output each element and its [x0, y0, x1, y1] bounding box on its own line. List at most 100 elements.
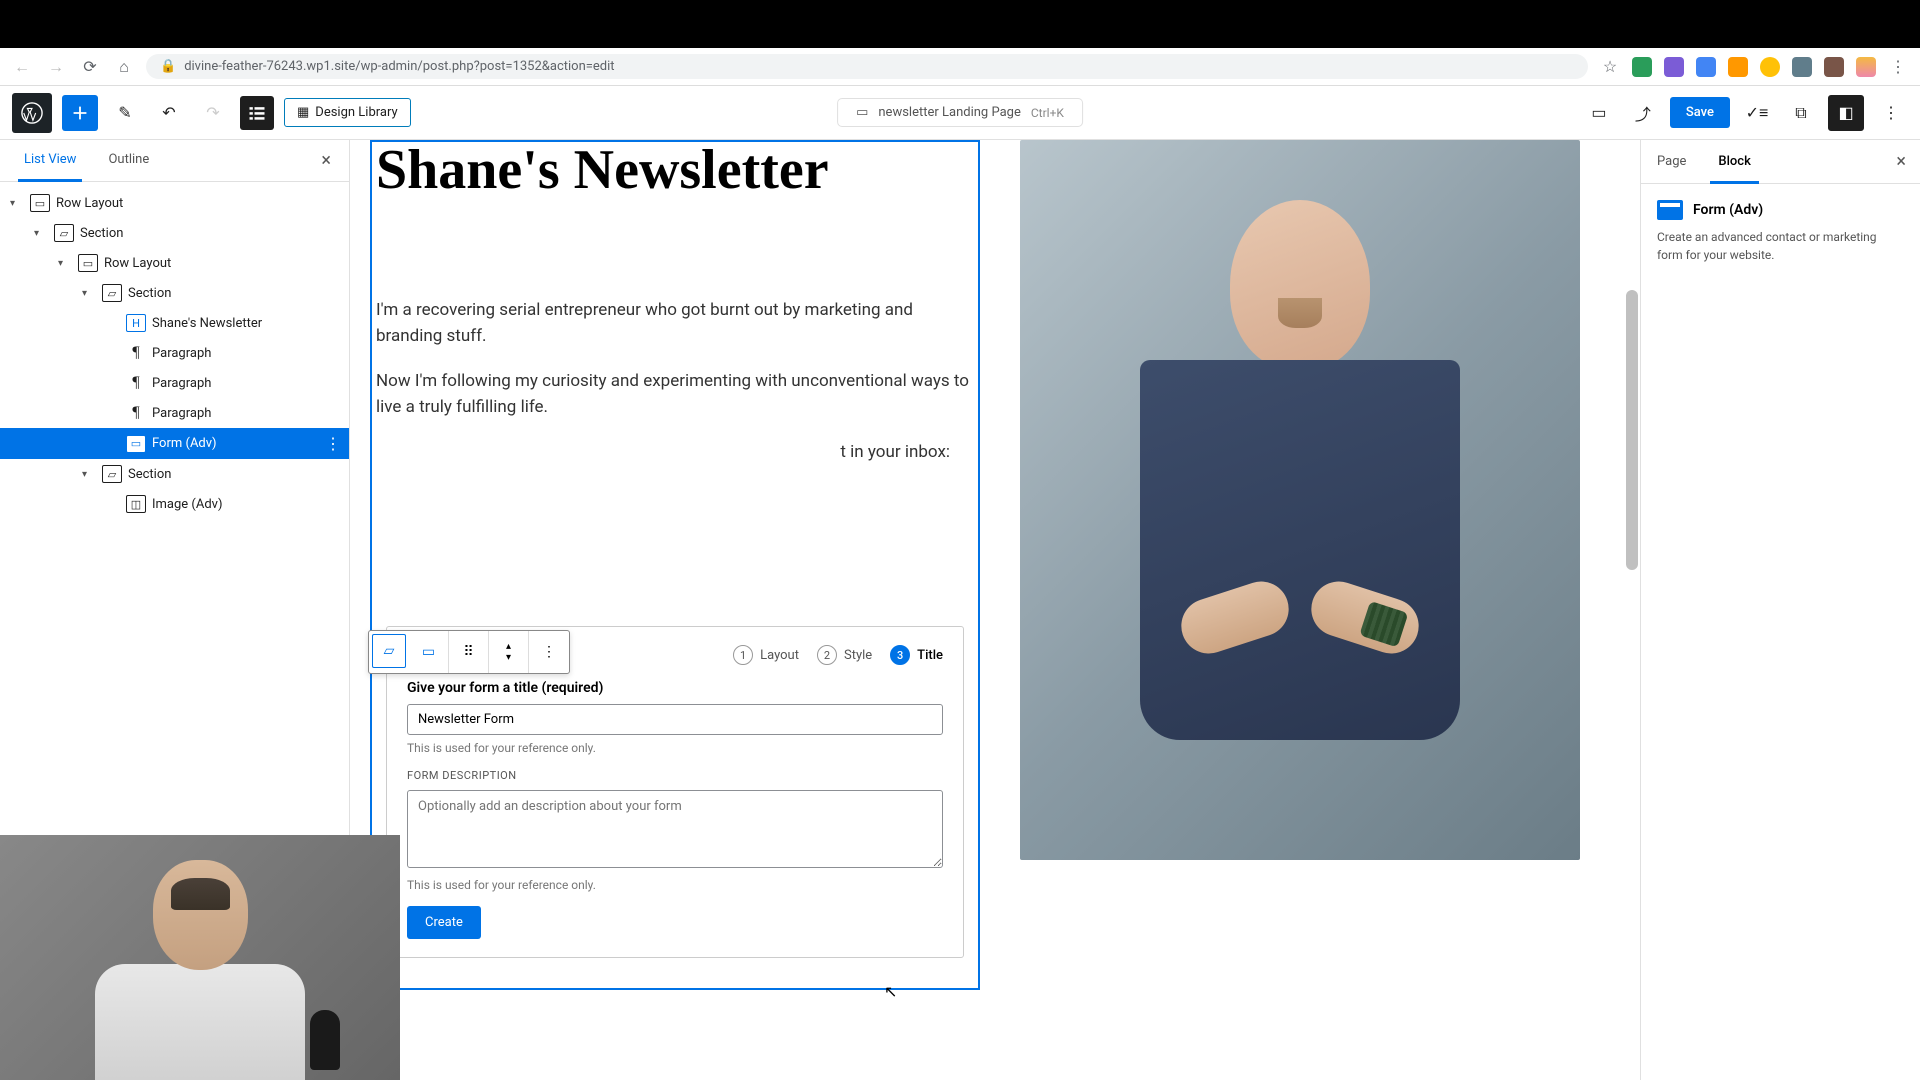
tree-row-layout[interactable]: ▾▭Row Layout — [0, 188, 349, 218]
hint-text: This is used for your reference only. — [407, 878, 943, 892]
wordpress-logo-icon[interactable] — [12, 93, 52, 133]
tree-heading[interactable]: HShane's Newsletter — [0, 308, 349, 338]
url-bar[interactable]: 🔒 divine-feather-76243.wp1.site/wp-admin… — [146, 54, 1588, 79]
reload-icon[interactable]: ⟳ — [78, 55, 102, 79]
redo-icon[interactable]: ↷ — [196, 96, 230, 130]
row-layout-icon: ▭ — [78, 254, 98, 272]
extension-icon[interactable] — [1792, 57, 1812, 77]
page-heading[interactable]: Shane's Newsletter — [372, 142, 978, 228]
form-title-input[interactable] — [407, 704, 943, 735]
hero-image[interactable] — [1020, 140, 1580, 860]
undo-icon[interactable]: ↶ — [152, 96, 186, 130]
form-title-label: Give your form a title (required) — [407, 680, 943, 696]
tab-block[interactable]: Block — [1702, 140, 1766, 183]
design-library-button[interactable]: ▦ Design Library — [284, 98, 411, 127]
page-icon: ▭ — [856, 105, 868, 120]
section-icon: ▱ — [54, 224, 74, 242]
extension-icons — [1632, 57, 1876, 77]
keyboard-shortcut: Ctrl+K — [1031, 106, 1064, 120]
section-icon: ▱ — [102, 465, 122, 483]
step-layout[interactable]: 1Layout — [733, 645, 799, 665]
tree-section[interactable]: ▾▱Section — [0, 218, 349, 248]
tree-section[interactable]: ▾▱Section — [0, 459, 349, 489]
step-title[interactable]: 3Title — [890, 645, 943, 665]
settings-sidebar-toggle-icon[interactable]: ◧ — [1828, 95, 1864, 131]
extension-icon[interactable] — [1824, 57, 1844, 77]
paragraph-icon: ¶ — [126, 344, 146, 362]
list-view-toggle-icon[interactable] — [240, 96, 274, 130]
editor-toolbar: ✎ ↶ ↷ ▦ Design Library ▭ newsletter Land… — [0, 86, 1920, 140]
preview-icon[interactable]: ⤴ — [1626, 96, 1660, 130]
browser-menu-icon[interactable]: ⋮ — [1886, 55, 1910, 79]
paragraph-block[interactable]: I'm a recovering serial entrepreneur who… — [372, 288, 978, 359]
more-icon[interactable]: ⋮ — [325, 434, 341, 453]
tree-paragraph[interactable]: ¶Paragraph — [0, 368, 349, 398]
tree-paragraph[interactable]: ¶Paragraph — [0, 338, 349, 368]
form-desc-label: FORM DESCRIPTION — [407, 769, 943, 782]
form-icon: ▭ — [126, 435, 146, 453]
home-icon[interactable]: ⌂ — [112, 55, 136, 79]
publish-checklist-icon[interactable]: ✓≡ — [1740, 96, 1774, 130]
tab-outline[interactable]: Outline — [92, 140, 165, 181]
forward-icon[interactable]: → — [44, 55, 68, 79]
block-options-icon[interactable]: ⋮ — [529, 631, 569, 673]
block-description: Create an advanced contact or marketing … — [1657, 228, 1904, 264]
extension-icon[interactable] — [1632, 57, 1652, 77]
add-block-button[interactable] — [62, 95, 98, 131]
heading-icon: H — [126, 314, 146, 332]
tree-form-adv[interactable]: ▭Form (Adv)⋮ — [0, 428, 349, 459]
browser-tab-strip — [0, 0, 1920, 48]
parent-block-icon[interactable]: ▱ — [372, 634, 406, 668]
webcam-overlay — [0, 835, 400, 1080]
section-icon: ▱ — [102, 284, 122, 302]
page-title: newsletter Landing Page — [878, 105, 1020, 120]
extension-icon[interactable] — [1760, 57, 1780, 77]
microphone-icon — [310, 1010, 340, 1070]
edit-mode-icon[interactable]: ✎ — [108, 96, 142, 130]
image-icon: ◫ — [126, 495, 146, 513]
paragraph-block[interactable]: t in your inbox: — [372, 430, 978, 476]
paragraph-block[interactable]: Now I'm following my curiosity and exper… — [372, 359, 978, 430]
move-arrows-icon[interactable]: ▴▾ — [489, 631, 529, 673]
back-icon[interactable]: ← — [10, 55, 34, 79]
cursor-icon: ↖ — [884, 982, 897, 1001]
block-name: Form (Adv) — [1657, 200, 1904, 220]
row-layout-icon: ▭ — [30, 194, 50, 212]
tree-row-layout[interactable]: ▾▭Row Layout — [0, 248, 349, 278]
close-panel-icon[interactable]: × — [311, 140, 341, 181]
paragraph-icon: ¶ — [126, 404, 146, 422]
drag-handle-icon[interactable]: ⠿ — [449, 631, 489, 673]
tree-paragraph[interactable]: ¶Paragraph — [0, 398, 349, 428]
step-style[interactable]: 2Style — [817, 645, 872, 665]
block-toolbar: ▱ ▭ ⠿ ▴▾ ⋮ — [368, 630, 570, 674]
block-type-icon[interactable]: ▭ — [409, 631, 449, 673]
selected-column[interactable]: Shane's Newsletter I'm a recovering seri… — [370, 140, 980, 990]
create-button[interactable]: Create — [407, 906, 481, 939]
browser-nav-bar: ← → ⟳ ⌂ 🔒 divine-feather-76243.wp1.site/… — [0, 48, 1920, 86]
extension-icon[interactable] — [1664, 57, 1684, 77]
tab-list-view[interactable]: List View — [8, 140, 92, 181]
kadence-settings-icon[interactable]: ⧉ — [1784, 96, 1818, 130]
tree-image-adv[interactable]: ◫Image (Adv) — [0, 489, 349, 519]
settings-sidebar: Page Block × Form (Adv) Create an advanc… — [1640, 140, 1920, 1080]
form-desc-textarea[interactable] — [407, 790, 943, 868]
site-info-icon[interactable]: 🔒 — [160, 59, 176, 74]
editor-canvas[interactable]: Shane's Newsletter I'm a recovering seri… — [350, 140, 1640, 1080]
canvas-scrollbar[interactable] — [1626, 290, 1638, 570]
bookmark-star-icon[interactable]: ☆ — [1598, 55, 1622, 79]
tree-section[interactable]: ▾▱Section — [0, 278, 349, 308]
url-text: divine-feather-76243.wp1.site/wp-admin/p… — [184, 59, 614, 74]
save-button[interactable]: Save — [1670, 97, 1730, 128]
viewport-icon[interactable]: ▭ — [1582, 96, 1616, 130]
profile-avatar[interactable] — [1856, 57, 1876, 77]
hint-text: This is used for your reference only. — [407, 741, 943, 755]
extension-icon[interactable] — [1696, 57, 1716, 77]
kadence-form-placeholder: Kadence Form 1Layout 2Style 3Title Give … — [386, 626, 964, 958]
form-icon — [1657, 200, 1683, 220]
close-sidebar-icon[interactable]: × — [1882, 141, 1920, 182]
extension-icon[interactable] — [1728, 57, 1748, 77]
paragraph-icon: ¶ — [126, 374, 146, 392]
options-menu-icon[interactable]: ⋮ — [1874, 96, 1908, 130]
document-title-bar[interactable]: ▭ newsletter Landing Page Ctrl+K — [838, 99, 1082, 126]
tab-page[interactable]: Page — [1641, 140, 1702, 183]
